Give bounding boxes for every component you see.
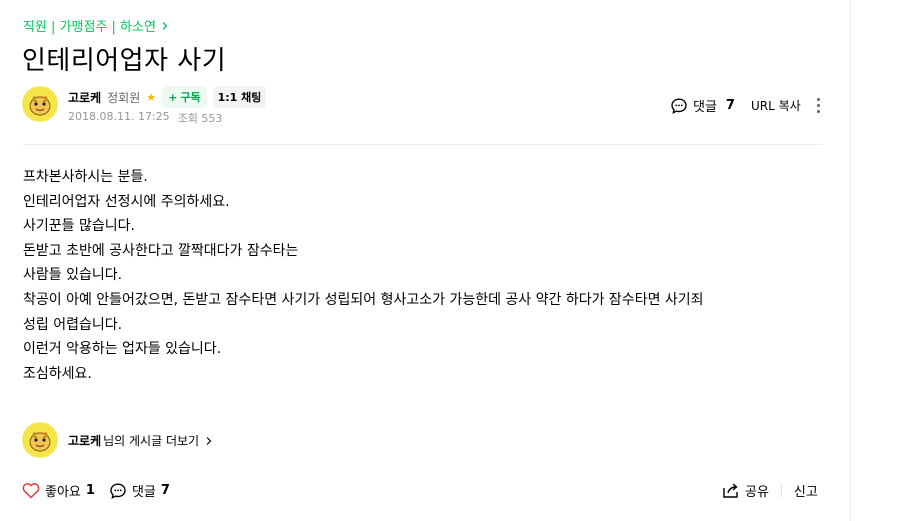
author-grade: 정회원 (107, 90, 141, 105)
comment-icon (110, 482, 126, 499)
more-posts-nickname: 고로케 (68, 434, 102, 448)
top-comment-button[interactable]: 댓글 7 (670, 96, 735, 115)
bottom-comment-button[interactable]: 댓글 7 (109, 481, 170, 500)
content-line: 착공이 아예 안들어갔으면, 돈받고 잠수타면 사기가 성립되어 형사고소가 가… (23, 291, 704, 308)
content-line: 사기꾼들 많습니다. (23, 218, 135, 235)
more-options-icon[interactable] (816, 97, 821, 114)
subscribe-label: 구독 (180, 91, 201, 104)
chevron-right-icon (206, 436, 212, 445)
breadcrumb[interactable]: 직원 | 가맹점주 | 하소연 (23, 16, 170, 35)
content-line: 돈받고 초반에 공사한다고 깔짝대다가 잠수타는 (23, 242, 299, 259)
comment-icon (671, 97, 687, 114)
plus-icon: + (168, 90, 178, 104)
share-icon (723, 483, 738, 498)
content-line: 프차본사하시는 분들. (23, 169, 148, 185)
like-button[interactable]: 좋아요 1 (22, 481, 95, 500)
post-date: 2018.08.11. 17:25 (68, 110, 170, 123)
chat-button[interactable]: 1:1 채팅 (212, 86, 267, 108)
content-line: 조심하세요. (23, 365, 92, 382)
bottom-comment-count: 7 (160, 483, 170, 498)
heart-icon (22, 483, 40, 499)
share-label: 공유 (745, 485, 769, 500)
view-count: 조회 553 (177, 112, 223, 125)
top-comment-count: 7 (725, 98, 735, 113)
content-line: 사람들 있습니다. (23, 267, 123, 284)
content-line: 이런거 악용하는 업자들 있습니다. (23, 341, 222, 358)
like-label: 좋아요 (45, 485, 81, 500)
bottom-comment-label: 댓글 (131, 485, 156, 500)
content-line: 인테리어업자 선정시에 주의하세요. (23, 193, 230, 210)
more-posts-avatar[interactable] (22, 422, 58, 458)
more-posts-label: 님의 게시글 더보기 (103, 434, 200, 448)
subscribe-button[interactable]: + 구독 (162, 86, 207, 108)
report-button[interactable]: 신고 (794, 481, 818, 500)
content-line: 성립 어렵습니다. (23, 316, 123, 333)
author-nickname[interactable]: 고로케 (68, 89, 101, 106)
bottom-actions: 좋아요 1 댓글 7 (22, 481, 170, 500)
share-button[interactable]: 공유 (722, 481, 769, 500)
post-content: 프차본사하시는 분들. 인테리어업자 선정시에 주의하세요. 사기꾼들 많습니다… (23, 165, 704, 386)
breadcrumb-text[interactable]: 직원 | 가맹점주 | 하소연 (23, 16, 156, 35)
more-posts-link[interactable]: 고로케 님의 게시글 더보기 (68, 432, 214, 449)
top-comment-label: 댓글 (693, 100, 717, 115)
right-border (850, 0, 851, 521)
bottom-right-actions: 공유 신고 (722, 481, 818, 500)
avatar[interactable] (22, 86, 58, 122)
top-actions: 댓글 7 URL 복사 (670, 96, 821, 115)
chevron-right-icon (162, 21, 168, 30)
page-title: 인테리어업자 사기 (22, 46, 227, 76)
star-icon: ★ (146, 90, 157, 104)
action-separator (780, 484, 782, 497)
author-info: 고로케 정회원 ★ + 구독 1:1 채팅 (68, 86, 267, 108)
url-copy-button[interactable]: URL 복사 (751, 97, 801, 114)
like-count: 1 (85, 483, 95, 498)
post-meta: 2018.08.11. 17:25 조회 553 (68, 110, 222, 126)
header-divider (23, 144, 822, 145)
